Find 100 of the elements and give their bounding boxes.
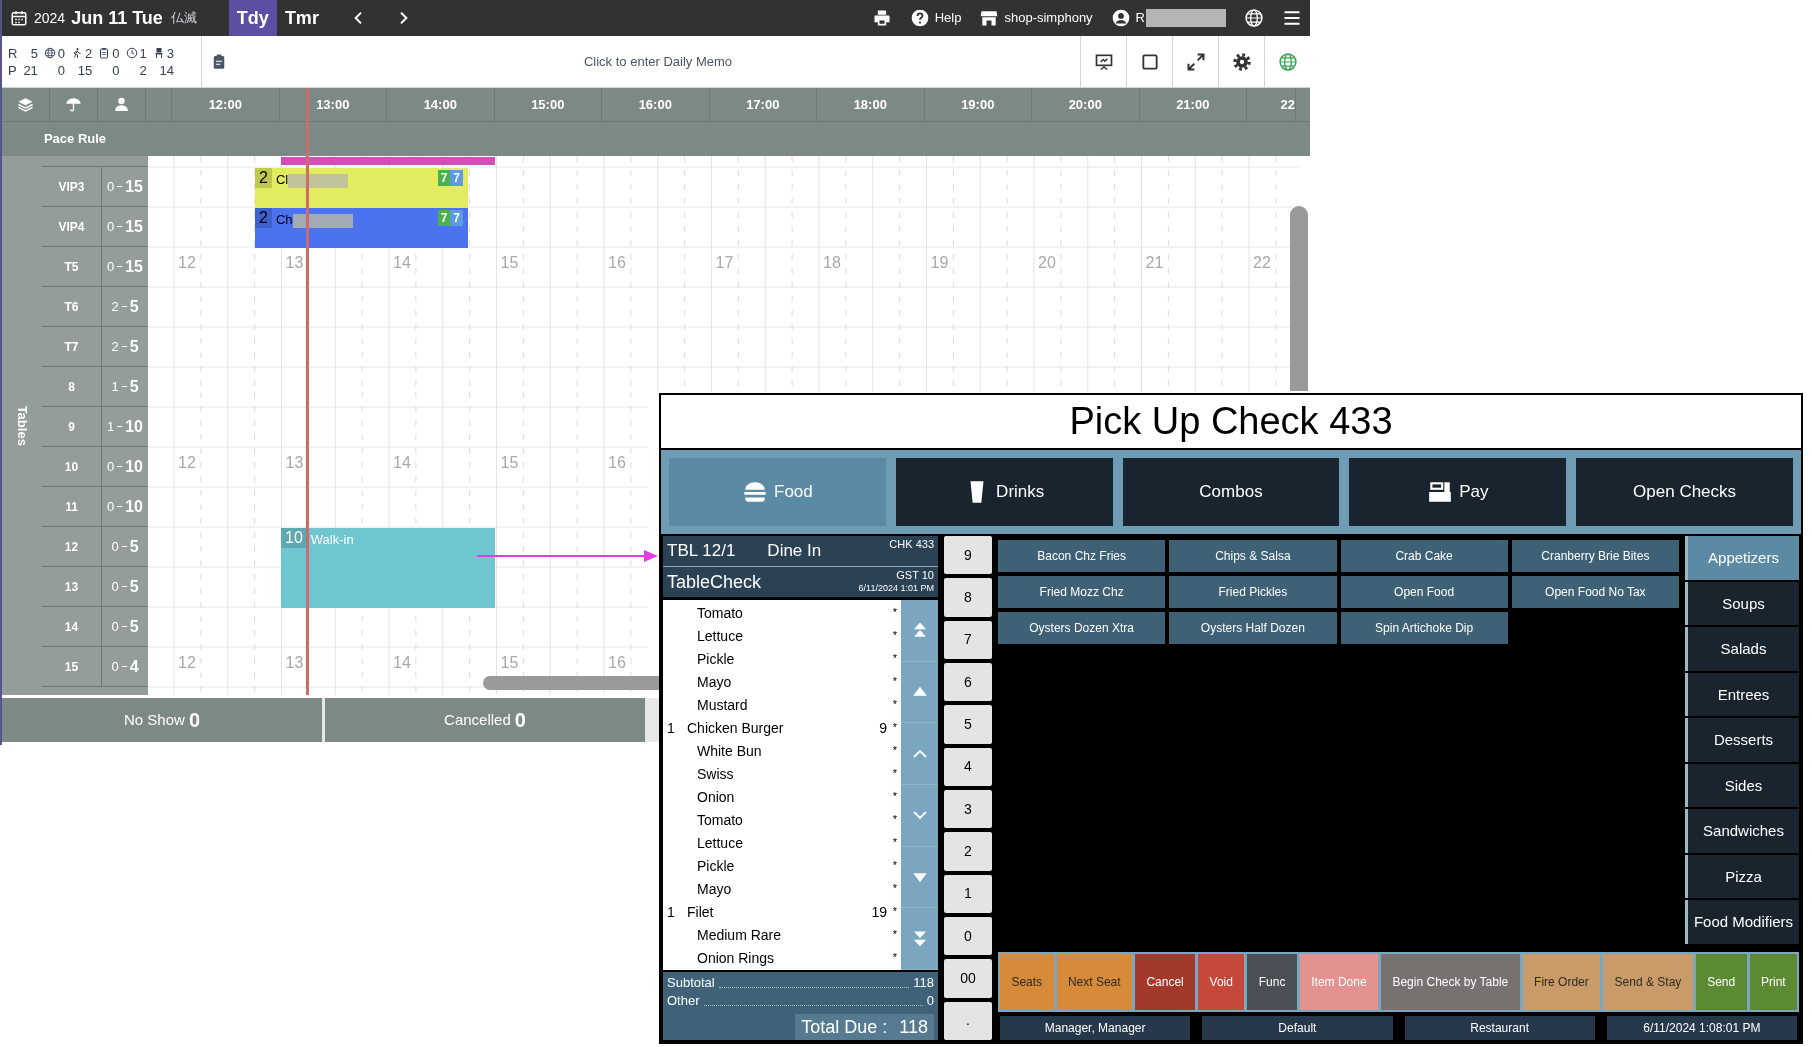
menu-item-button[interactable]: Open Food: [1340, 576, 1508, 608]
menu-icon[interactable]: [1282, 8, 1302, 28]
guest-count: GST 10: [896, 569, 934, 582]
modifier-line[interactable]: Pickle: [697, 856, 735, 877]
keypad-key[interactable]: 0: [944, 916, 992, 956]
action-button[interactable]: Void: [1198, 954, 1245, 1010]
hour-mark: 14: [393, 453, 411, 473]
day-tab[interactable]: Tdy: [228, 0, 277, 36]
keypad-key[interactable]: 1: [944, 874, 992, 913]
keypad-key[interactable]: 9: [944, 536, 992, 575]
party-size: 2: [255, 168, 272, 188]
modifier-line[interactable]: Onion: [697, 787, 735, 808]
modifier-line[interactable]: Pickle: [697, 649, 735, 670]
line-mark: *: [891, 743, 897, 758]
line-mark: *: [891, 950, 897, 965]
help-icon[interactable]: [909, 8, 930, 28]
category-tab[interactable]: Pay: [1349, 458, 1567, 526]
reservation-block[interactable]: 2 Ch 7 7: [255, 208, 468, 248]
stat-value: 2: [85, 44, 93, 62]
action-button[interactable]: Send: [1695, 954, 1747, 1010]
modifier-line[interactable]: Mayo: [697, 672, 732, 693]
keypad-key[interactable]: 3: [944, 789, 992, 829]
hour-label: 20:00: [1068, 95, 1102, 114]
table-name: 12: [64, 538, 79, 556]
menu-item-button[interactable]: Oysters Dozen Xtra: [998, 612, 1166, 644]
action-button[interactable]: Func: [1247, 954, 1297, 1010]
hour-mark: 15: [500, 653, 519, 673]
menu-category-button[interactable]: Sides: [1685, 763, 1799, 807]
status-filter-button[interactable]: No Show 0: [2, 698, 322, 742]
modifier-line[interactable]: White Bun: [697, 741, 762, 762]
table-name: T7: [64, 338, 79, 356]
keypad-key[interactable]: 6: [944, 663, 992, 702]
menu-category-button[interactable]: Sandwiches: [1685, 809, 1799, 853]
line-mark: *: [891, 605, 897, 620]
category-tab[interactable]: Combos: [1122, 458, 1340, 526]
modifier-line[interactable]: Mayo: [697, 879, 732, 900]
modifier-line[interactable]: Tomato: [697, 810, 743, 831]
day-tab[interactable]: Tmr: [276, 0, 327, 36]
keypad-key[interactable]: 2: [944, 832, 992, 871]
menu-item-button[interactable]: Cranberry Brie Bites: [1511, 540, 1679, 572]
keypad-key[interactable]: 7: [944, 620, 992, 659]
store-icon[interactable]: [979, 8, 1000, 28]
modifier-line[interactable]: Medium Rare: [697, 925, 782, 946]
menu-item-button[interactable]: Fried Mozz Chz: [998, 576, 1166, 608]
action-button[interactable]: Cancel: [1135, 954, 1196, 1010]
keypad-key[interactable]: 4: [944, 747, 992, 786]
menu-item-button[interactable]: Crab Cake: [1340, 540, 1508, 572]
menu-item-button[interactable]: Open Food No Tax: [1511, 576, 1679, 608]
action-button[interactable]: Fire Order: [1522, 954, 1601, 1010]
category-tab[interactable]: Open Checks: [1576, 458, 1793, 526]
keypad-key[interactable]: 00: [944, 959, 992, 998]
menu-category-button[interactable]: Appetizers: [1685, 536, 1799, 580]
menu-category-button[interactable]: Salads: [1685, 627, 1799, 671]
item-quantity: 1: [666, 719, 676, 738]
pace-rule-label: Pace Rule: [43, 130, 107, 149]
globe-icon[interactable]: [1244, 8, 1264, 28]
stat-value: 2: [139, 61, 147, 79]
table-name: 13: [64, 578, 79, 596]
hour-mark: 13: [285, 253, 304, 273]
modifier-line[interactable]: Lettuce: [697, 833, 743, 854]
category-tab[interactable]: Drinks: [895, 458, 1113, 526]
menu-item-button[interactable]: Fried Pickles: [1169, 576, 1337, 608]
menu-item-button[interactable]: Chips & Salsa: [1169, 540, 1337, 572]
modifier-line[interactable]: Lettuce: [697, 626, 743, 647]
status-filter-button[interactable]: Cancelled 0: [325, 698, 645, 742]
action-button[interactable]: Print: [1749, 954, 1798, 1010]
keypad-key[interactable]: .: [944, 1001, 992, 1040]
user-label[interactable]: R: [1135, 8, 1145, 28]
action-button[interactable]: Next Seat: [1056, 954, 1132, 1010]
menu-category-button[interactable]: Food Modifiers: [1685, 900, 1799, 944]
category-tab[interactable]: Food: [669, 458, 886, 526]
help-label[interactable]: Help: [934, 8, 962, 28]
action-button[interactable]: Seats: [1000, 954, 1054, 1010]
menu-item-line[interactable]: Chicken Burger: [687, 718, 784, 739]
menu-item-line[interactable]: Filet: [687, 902, 714, 923]
max-capacity: 5: [129, 376, 139, 397]
menu-category-button[interactable]: Pizza: [1685, 854, 1799, 898]
menu-category-button[interactable]: Entrees: [1685, 672, 1799, 716]
horizontal-scrollbar[interactable]: [483, 676, 659, 690]
modifier-line[interactable]: Onion Rings: [697, 948, 775, 969]
menu-item-button[interactable]: Spin Artichoke Dip: [1340, 612, 1508, 644]
menu-item-button[interactable]: Bacon Chz Fries: [998, 540, 1166, 572]
action-button[interactable]: Begin Check by Table: [1381, 954, 1520, 1010]
keypad-key[interactable]: 8: [944, 578, 992, 617]
menu-category-button[interactable]: Soups: [1685, 581, 1799, 625]
calendar-icon[interactable]: [10, 9, 28, 27]
modifier-line[interactable]: Mustard: [697, 695, 748, 716]
menu-item-button[interactable]: Oysters Half Dozen: [1169, 612, 1337, 644]
keypad-key[interactable]: 5: [944, 705, 992, 744]
menu-category-button[interactable]: Desserts: [1685, 718, 1799, 762]
modifier-line[interactable]: Swiss: [697, 764, 734, 785]
item-price: 19: [871, 903, 887, 922]
reservation-block[interactable]: 2 Cl 7 7: [255, 168, 468, 208]
user-icon[interactable]: [1110, 8, 1131, 28]
check-open-time: 6/11/2024 1:01 PM: [858, 582, 934, 595]
settings-icon: [1231, 51, 1252, 72]
action-button[interactable]: Send & Stay: [1603, 954, 1693, 1010]
store-label[interactable]: shop-simphony: [1004, 8, 1093, 28]
vertical-scrollbar[interactable]: [1290, 206, 1308, 391]
modifier-line[interactable]: Tomato: [697, 603, 743, 624]
